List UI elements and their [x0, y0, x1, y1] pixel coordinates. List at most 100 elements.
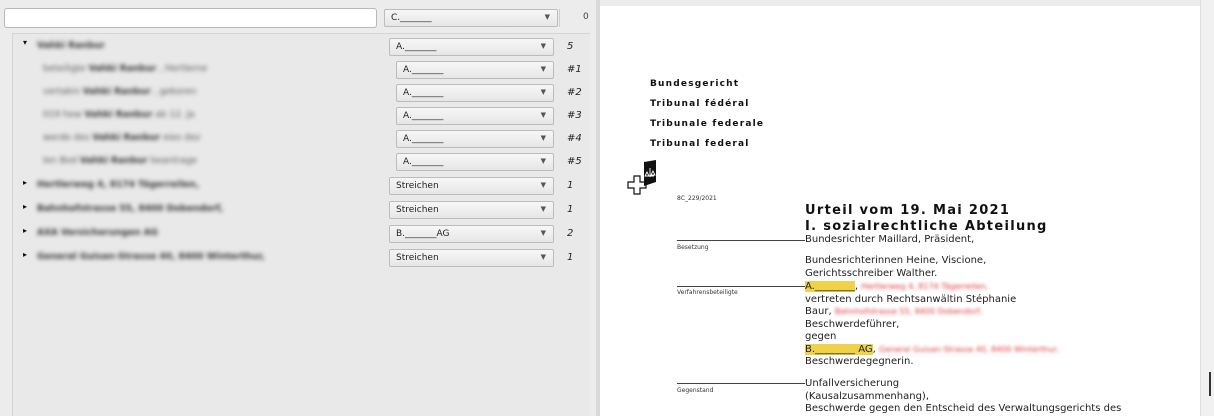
- entity-label: Vahki Ranbur: [37, 41, 105, 51]
- occurrence-count: 5: [567, 41, 574, 52]
- occurrence-count: 1: [567, 204, 574, 215]
- combo-value: Streichen: [396, 181, 439, 191]
- replacement-combo-top[interactable]: C._______ ▼: [384, 9, 558, 27]
- replacement-combo[interactable]: Streichen ▼: [389, 177, 554, 195]
- combo-value: Streichen: [396, 253, 439, 263]
- tree-row[interactable]: werde des Vahki Ranbur eies dez A.______…: [13, 128, 590, 150]
- entity-tree: ▾ Vahki Ranbur A._______ ▼ 5 beteiligte …: [12, 33, 590, 416]
- occurrence-count: 1: [567, 180, 574, 191]
- tree-row[interactable]: ▸ AXA Versicherungen AG B._______AG ▼ 2: [13, 223, 590, 245]
- top-count: 0: [583, 12, 589, 22]
- combo-value: A._______: [403, 65, 444, 75]
- expand-icon[interactable]: ▾: [23, 38, 27, 47]
- expand-icon[interactable]: ▸: [23, 202, 27, 211]
- replacement-combo[interactable]: A._______ ▼: [396, 130, 554, 148]
- replacement-combo[interactable]: A._______ ▼: [396, 84, 554, 102]
- party-b-line: B.________ AG, General Guisan-Strasse 40…: [805, 344, 1060, 355]
- tree-row[interactable]: 019 hew Vahki Ranbur ab 12. Ja A._______…: [13, 105, 590, 127]
- combo-value: A._______: [403, 88, 444, 98]
- judgment-title: Urteil vom 19. Mai 2021: [805, 203, 1011, 218]
- party-a-line: A.________, Hertlerweg 4, 8174 Tägerreil…: [805, 281, 989, 292]
- redacted-address: General Guisan-Strasse 40, 8400 Winterth…: [879, 345, 1060, 354]
- combo-value: A._______: [396, 42, 437, 52]
- entity-panel: C._______ ▼ 0 ▾ Vahki Ranbur A._______ ▼…: [0, 0, 596, 416]
- gegen-text: gegen: [805, 331, 837, 342]
- context-snippet: werde des Vahki Ranbur eies dez: [43, 133, 201, 143]
- label-parteien: Verfahrensbeteiligte: [677, 289, 738, 296]
- combo-value: Streichen: [396, 205, 439, 215]
- occurrence-index: #1: [567, 64, 582, 75]
- replacement-combo[interactable]: A._______ ▼: [389, 38, 554, 56]
- chevron-down-icon: ▼: [540, 157, 546, 165]
- entity-label: AXA Versicherungen AG: [37, 228, 158, 238]
- chevron-down-icon: ▼: [540, 205, 546, 213]
- context-snippet: 019 hew Vahki Ranbur ab 12. Ja: [43, 110, 195, 120]
- divider: [677, 383, 805, 384]
- vertical-scrollbar[interactable]: [1200, 0, 1214, 416]
- tree-row[interactable]: beteiligte Vahki Ranbur , Hertlerne A.__…: [13, 59, 590, 81]
- tree-row[interactable]: ▾ Vahki Ranbur A._______ ▼ 5: [13, 36, 590, 58]
- chevron-down-icon: ▼: [540, 42, 546, 50]
- redacted-address: Hertlerweg 4, 8174 Tägerreilen,: [861, 282, 989, 291]
- replacement-combo[interactable]: A._______ ▼: [396, 107, 554, 125]
- entity-label: General Guisan-Strasse 40, 8400 Winterth…: [37, 252, 265, 262]
- redacted-address: Bahnhofstrasse 55, 8400 Dobendorf,: [834, 307, 983, 316]
- chamber-title: I. sozialrechtliche Abteilung: [805, 219, 1048, 234]
- expand-icon[interactable]: ▸: [23, 178, 27, 187]
- divider: [677, 240, 805, 241]
- party-b-highlight[interactable]: B.________ AG: [805, 344, 873, 355]
- replacement-combo[interactable]: A._______ ▼: [396, 153, 554, 171]
- tree-row[interactable]: vertakin Vahki Ranbur , geboren A.______…: [13, 82, 590, 104]
- combo-value: A._______: [403, 157, 444, 167]
- combo-value: C._______: [391, 13, 432, 23]
- replacement-combo[interactable]: B._______AG ▼: [389, 225, 554, 243]
- gegenstand-line-1: Unfallversicherung: [805, 378, 900, 389]
- chevron-down-icon: ▼: [540, 181, 546, 189]
- gegenstand-line-2: (Kausalzusammenhang),: [805, 391, 929, 402]
- spinner-separator: [559, 9, 574, 27]
- occurrence-index: #4: [567, 133, 582, 144]
- expand-icon[interactable]: ▸: [23, 226, 27, 235]
- occurrence-index: #5: [567, 156, 582, 167]
- tree-row[interactable]: ▸ Hertlerweg 4, 8174 Tägerreilen, Streic…: [13, 175, 590, 197]
- besetzung-line-1: Bundesrichter Maillard, Präsident,: [805, 234, 975, 245]
- chevron-down-icon: ▼: [540, 111, 546, 119]
- swiss-court-logo-icon: [622, 158, 664, 203]
- search-input[interactable]: [4, 8, 377, 28]
- replacement-combo[interactable]: Streichen ▼: [389, 201, 554, 219]
- document-preview: Bundesgericht Tribunal fédéral Tribunale…: [600, 6, 1200, 416]
- tree-row[interactable]: len Bod Vahki Ranbur beantrage A._______…: [13, 151, 590, 173]
- court-name-rm: Tribunal federal: [650, 139, 750, 149]
- party-b-role: Beschwerdegegnerin.: [805, 356, 914, 367]
- party-a-highlight[interactable]: A.________: [805, 281, 855, 292]
- occurrence-index: #2: [567, 87, 582, 98]
- entity-label: Hertlerweg 4, 8174 Tägerreilen,: [37, 180, 200, 190]
- combo-value: A._______: [403, 134, 444, 144]
- combo-value: A._______: [403, 111, 444, 121]
- expand-icon[interactable]: ▸: [23, 250, 27, 259]
- besetzung-line-3: Gerichtsschreiber Walther.: [805, 268, 938, 279]
- besetzung-line-2: Bundesrichterinnen Heine, Viscione,: [805, 255, 987, 266]
- replacement-combo[interactable]: A._______ ▼: [396, 61, 554, 79]
- divider: [677, 286, 805, 287]
- context-snippet: vertakin Vahki Ranbur , geboren: [43, 87, 197, 97]
- occurrence-index: #3: [567, 110, 582, 121]
- chevron-down-icon: ▼: [540, 134, 546, 142]
- tree-row[interactable]: ▸ General Guisan-Strasse 40, 8400 Winter…: [13, 247, 590, 269]
- gegenstand-line-3: Beschwerde gegen den Entscheid des Verwa…: [805, 403, 1122, 414]
- tree-row[interactable]: ▸ Bahnhofstrasse 55, 8400 Dobendorf, Str…: [13, 199, 590, 221]
- chevron-down-icon: ▼: [544, 13, 550, 21]
- court-name-it: Tribunale federale: [650, 119, 765, 129]
- case-number: 8C_229/2021: [677, 195, 717, 202]
- chevron-down-icon: ▼: [540, 65, 546, 73]
- entity-label: Bahnhofstrasse 55, 8400 Dobendorf,: [37, 204, 224, 214]
- occurrence-count: 1: [567, 252, 574, 263]
- scroll-position-marker[interactable]: [1209, 372, 1211, 396]
- replacement-combo[interactable]: Streichen ▼: [389, 249, 554, 267]
- representation-line-2: Baur, Bahnhofstrasse 55, 8400 Dobendorf,: [805, 306, 983, 317]
- combo-value: B._______AG: [396, 229, 450, 239]
- representation-line: vertreten durch Rechtsanwältin Stéphanie: [805, 294, 1017, 305]
- court-name-fr: Tribunal fédéral: [650, 99, 750, 109]
- occurrence-count: 2: [567, 228, 574, 239]
- label-besetzung: Besetzung: [677, 244, 709, 251]
